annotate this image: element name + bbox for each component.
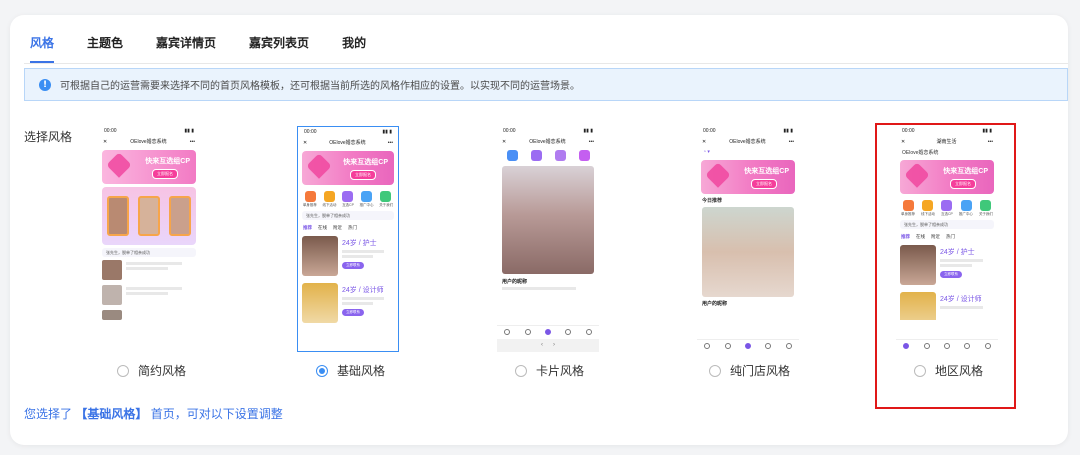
banner: 快来互选组CP 立即报名: [900, 160, 994, 194]
style-thumbnail-region[interactable]: 00:00 ▮▮ ▮ ✕ 湖南生活 ••• OElove婚恋系统 快来互选组CP 立即报…: [896, 126, 998, 352]
radio-button[interactable]: [515, 364, 527, 377]
card-photo: [502, 166, 594, 274]
info-icon: !: [39, 78, 51, 91]
tab-bar: 风格 主题色 嘉宾详情页 嘉宾列表页 我的: [30, 32, 399, 63]
card-photo: [702, 207, 794, 297]
tab-theme-color[interactable]: 主题色: [87, 32, 123, 54]
tab-divider: [24, 63, 1068, 64]
style-thumbnail-card[interactable]: 00:00 ▮▮ ▮ ✕ OElove婚恋系统 ••• 用户的昵称 ‹ ›: [497, 126, 599, 352]
profile-card: 24岁 / 护士 立即联系: [302, 236, 394, 280]
selection-summary: 您选择了 【基础风格】 首页，可对以下设置调整: [24, 407, 283, 421]
tab-guest-list[interactable]: 嘉宾列表页: [249, 32, 309, 54]
tab-style[interactable]: 风格: [30, 32, 55, 63]
banner: 快来互选组CP 立即报名: [701, 160, 795, 194]
style-option-store[interactable]: 纯门店风格: [709, 362, 790, 379]
select-style-label: 选择风格: [24, 130, 73, 144]
radio-button[interactable]: [117, 364, 129, 377]
style-option-card[interactable]: 卡片风格: [515, 362, 584, 379]
style-option-simple[interactable]: 简约风格: [117, 362, 186, 379]
notice-text: 可根据自己的运营需要来选择不同的首页风格模板，还可根据当前所选的风格作相应的设置…: [60, 81, 580, 92]
tab-mine[interactable]: 我的: [342, 32, 366, 54]
tab-guest-detail[interactable]: 嘉宾详情页: [156, 32, 216, 54]
banner: 快来互选组CP 立即报名: [102, 150, 196, 184]
style-thumbnail-simple[interactable]: 00:00 ▮▮ ▮ ✕ OElove婚恋系统 ••• 快来互选组CP 立即报名 张先生…: [98, 126, 200, 352]
style-option-basic[interactable]: 基础风格: [316, 362, 385, 379]
info-notice: ! 可根据自己的运营需要来选择不同的首页风格模板，还可根据当前所选的风格作相应的…: [24, 68, 1068, 101]
style-thumbnail-basic[interactable]: 00:00 ▮▮ ▮ ✕ OElove婚恋系统 ••• 快来互选组CP 立即报名 单身推…: [297, 126, 399, 352]
radio-button[interactable]: [709, 364, 721, 377]
radio-button[interactable]: [914, 364, 926, 377]
banner: 快来互选组CP 立即报名: [302, 151, 394, 185]
style-thumbnail-store[interactable]: 00:00 ▮▮ ▮ ✕ OElove婚恋系统 ••• ◔ ▾ 快来互选组CP 立即报名…: [697, 126, 799, 352]
style-option-region[interactable]: 地区风格: [914, 362, 983, 379]
profile-card: 24岁 / 护士 立即联系: [900, 245, 994, 289]
profile-card: 24岁 / 设计师 立即联系: [302, 283, 394, 327]
profile-card: 24岁 / 设计师: [900, 292, 994, 320]
radio-button-selected[interactable]: [316, 364, 328, 377]
